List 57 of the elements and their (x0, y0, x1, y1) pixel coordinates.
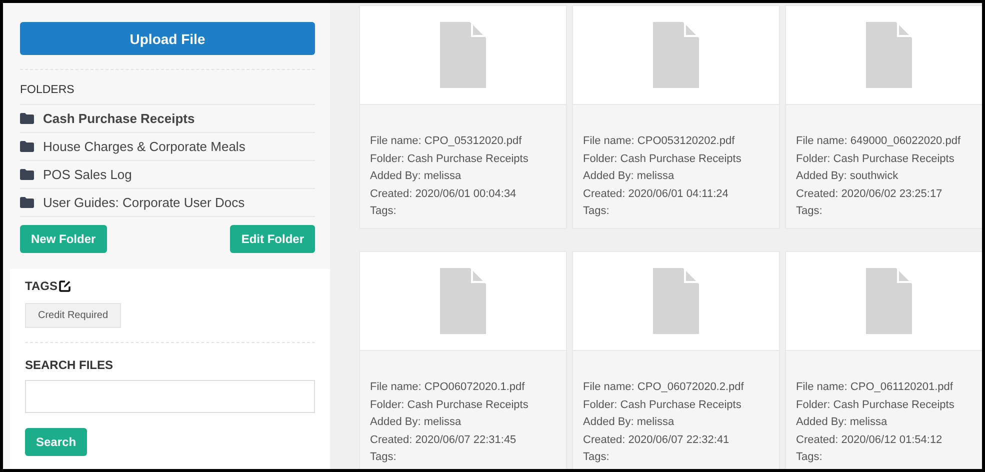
document-icon (866, 22, 912, 88)
upload-button[interactable]: Upload File (20, 22, 315, 55)
file-detail: File name: CPO_05312020.pdf (370, 134, 523, 149)
file-detail: File name: CPO06072020.1.pdf (370, 380, 526, 395)
document-icon (440, 22, 486, 88)
file-detail: Created: 2020/06/07 22:32:41 (583, 432, 730, 448)
document-icon (866, 268, 912, 334)
file-card[interactable]: File name: 649000_06022020.pdf Folder: Cash Purchase Receipts Added By: southwick Created: 2020/06/02 23:25:17 Tags: (785, 5, 982, 229)
folder-item[interactable]: POS Sales Log (20, 161, 315, 189)
folder-item[interactable]: Cash Purchase Receipts (20, 105, 315, 133)
file-detail: Added By: melissa (583, 415, 676, 430)
file-detail: Created: 2020/06/02 23:25:17 (796, 186, 944, 202)
document-icon (653, 268, 699, 334)
file-detail: Tags: (370, 204, 398, 220)
folder-icon (20, 197, 34, 208)
folder-item[interactable]: House Charges & Corporate Meals (20, 133, 315, 161)
file-detail: File name: CPO053120202.pdf (583, 134, 736, 149)
file-detail: Created: 2020/06/12 01:54:12 (796, 432, 944, 448)
folders-heading: FOLDERS (20, 70, 315, 105)
document-icon (653, 22, 699, 88)
file-detail: File name: 649000_06022020.pdf (796, 134, 962, 149)
file-detail: Tags: (583, 204, 610, 220)
file-detail: Created: 2020/06/07 22:31:45 (370, 432, 518, 448)
file-detail: Added By: melissa (796, 415, 888, 430)
file-detail: Folder: Cash Purchase Receipts (370, 152, 530, 167)
folder-icon (20, 113, 34, 124)
file-detail: Folder: Cash Purchase Receipts (583, 398, 742, 413)
tag-chip[interactable]: Credit Required (25, 303, 122, 328)
file-detail: Added By: melissa (370, 169, 462, 184)
file-detail: Folder: Cash Purchase Receipts (796, 398, 956, 413)
file-detail: Added By: melissa (370, 415, 462, 430)
file-detail: Created: 2020/06/01 00:04:34 (370, 186, 518, 202)
file-card[interactable]: File name: CPO_06072020.2.pdf Folder: Cash Purchase Receipts Added By: melissa Created: 2020/06/07 22:32:41 Tags: (572, 251, 780, 469)
file-detail: Tags: (370, 450, 398, 466)
file-card[interactable]: File name: CPO_05312020.pdf Folder: Cash Purchase Receipts Added By: melissa Created: 2020/06/01 00:04:34 Tags: (359, 5, 567, 229)
edit-icon[interactable] (59, 280, 72, 292)
file-card[interactable]: File name: CPO053120202.pdf Folder: Cash Purchase Receipts Added By: melissa Created: 2020/06/01 04:11:24 Tags: (572, 5, 780, 229)
file-detail: Folder: Cash Purchase Receipts (370, 398, 530, 413)
search-heading: SEARCH FILES (25, 358, 114, 372)
folder-icon (20, 141, 34, 152)
file-detail: File name: CPO_061120201.pdf (796, 380, 954, 395)
file-detail: Tags: (796, 450, 824, 466)
file-card[interactable]: File name: CPO_061120201.pdf Folder: Cash Purchase Receipts Added By: melissa Created: 2020/06/12 01:54:12 Tags: (785, 251, 982, 469)
file-detail: Folder: Cash Purchase Receipts (583, 152, 742, 167)
file-detail: Created: 2020/06/01 04:11:24 (583, 186, 730, 202)
file-detail: Tags: (796, 204, 824, 220)
tags-heading: TAGS (25, 279, 58, 293)
file-detail: Added By: melissa (583, 169, 676, 184)
file-detail: Folder: Cash Purchase Receipts (796, 152, 956, 167)
file-detail: Added By: southwick (796, 169, 900, 184)
document-icon (440, 268, 486, 334)
folder-item[interactable]: User Guides: Corporate User Docs (20, 189, 315, 217)
file-detail: File name: CPO_06072020.2.pdf (583, 380, 745, 395)
file-card[interactable]: File name: CPO06072020.1.pdf Folder: Cash Purchase Receipts Added By: melissa Created: 2020/06/07 22:31:45 Tags: (359, 251, 567, 469)
folder-icon (20, 169, 34, 180)
search-field[interactable] (25, 380, 315, 413)
file-detail: Tags: (583, 450, 610, 466)
